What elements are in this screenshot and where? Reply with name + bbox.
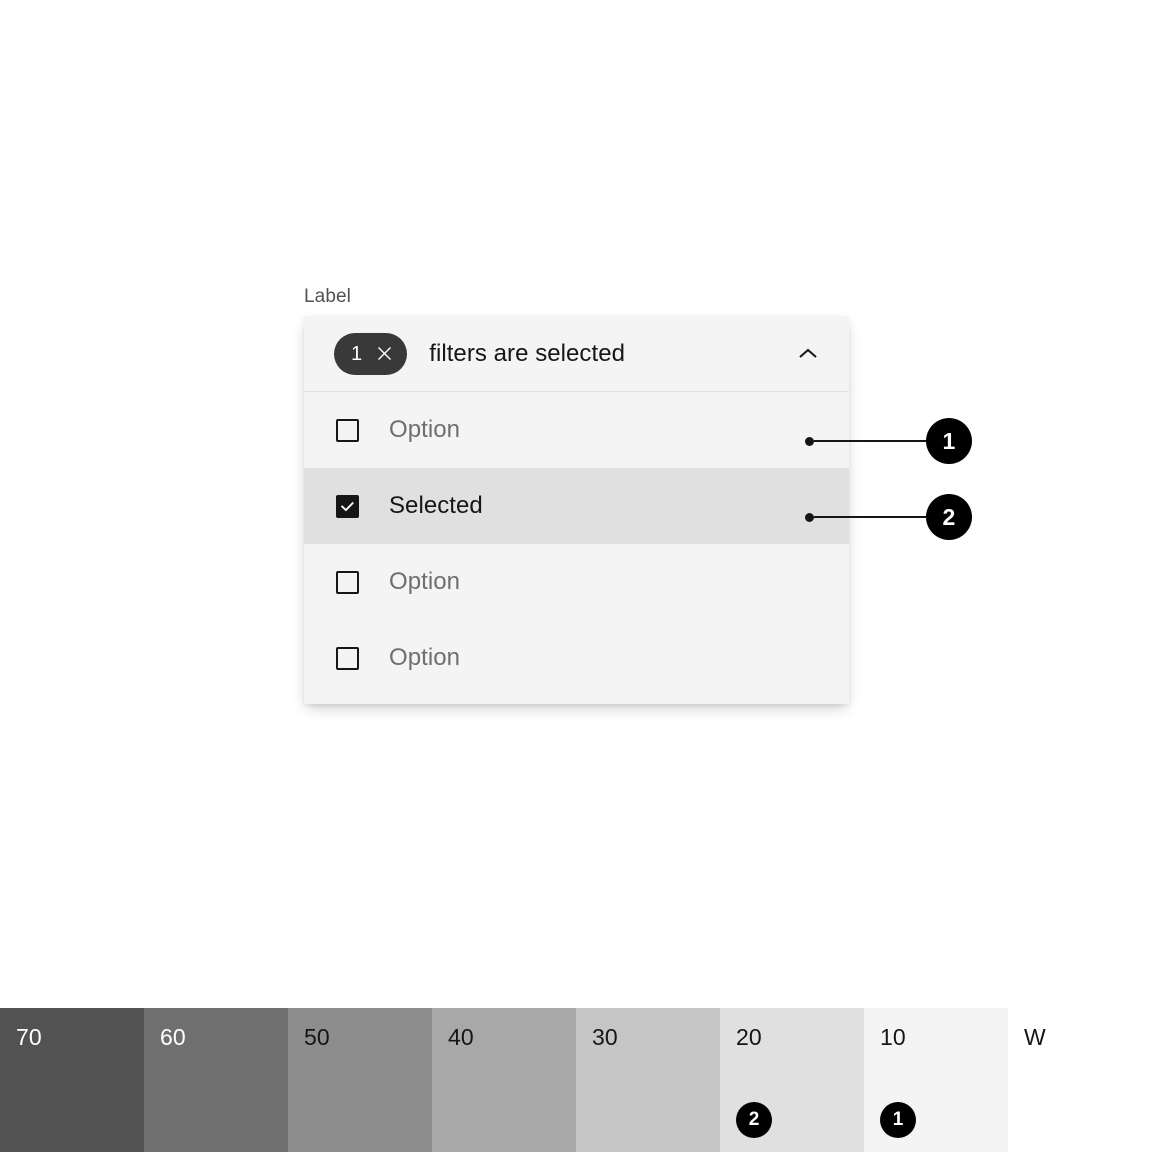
chevron-up-icon[interactable] <box>791 337 825 371</box>
checkbox-unchecked-icon[interactable] <box>336 646 359 670</box>
callout-annotation-2: 2 <box>805 494 972 540</box>
color-swatch: 20 2 <box>720 1008 864 1152</box>
color-swatch: 70 <box>0 1008 144 1152</box>
color-swatch: 50 <box>288 1008 432 1152</box>
color-swatch: 60 <box>144 1008 288 1152</box>
list-item-label: Option <box>389 644 461 671</box>
color-swatch-strip: 70 60 50 40 30 20 2 10 1 W <box>0 1008 1152 1152</box>
color-swatch-label: 70 <box>16 1024 42 1050</box>
callout-annotation-1: 1 <box>805 418 972 464</box>
callout-leader-line <box>814 516 928 518</box>
color-swatch-label: 50 <box>304 1024 330 1050</box>
swatch-callout-badge: 2 <box>736 1102 772 1138</box>
callout-badge: 1 <box>926 418 972 464</box>
field-label: Label <box>304 286 351 307</box>
list-item[interactable]: Option <box>304 544 849 620</box>
callout-badge: 2 <box>926 494 972 540</box>
color-swatch: 10 1 <box>864 1008 1008 1152</box>
selected-count-tag[interactable]: 1 <box>334 332 408 375</box>
list-item[interactable]: Selected <box>304 468 849 544</box>
callout-dot <box>805 512 814 522</box>
dropdown-field-text: filters are selected <box>429 339 625 367</box>
list-item-label: Option <box>389 416 461 443</box>
dropdown-field[interactable]: 1 filters are selected <box>304 316 849 392</box>
checkbox-checked-icon[interactable] <box>336 494 359 518</box>
color-swatch-label: W <box>1024 1024 1046 1050</box>
list-item-label: Option <box>389 568 461 595</box>
callout-leader-line <box>814 440 928 442</box>
swatch-callout-badge: 1 <box>880 1102 916 1138</box>
color-swatch-label: 30 <box>592 1024 618 1050</box>
close-icon[interactable] <box>367 337 401 371</box>
multiselect-dropdown-component: Label 1 filters are selected Option Sele… <box>304 284 849 704</box>
list-item[interactable]: Option <box>304 392 849 468</box>
color-swatch: 30 <box>576 1008 720 1152</box>
list-item-label: Selected <box>389 492 483 519</box>
checkbox-unchecked-icon[interactable] <box>336 418 359 442</box>
color-swatch-label: 10 <box>880 1024 906 1050</box>
color-swatch: 40 <box>432 1008 576 1152</box>
color-swatch-label: 60 <box>160 1024 186 1050</box>
color-swatch-label: 40 <box>448 1024 474 1050</box>
callout-dot <box>805 436 814 446</box>
dropdown: 1 filters are selected Option Selected O… <box>304 316 849 704</box>
checkbox-unchecked-icon[interactable] <box>336 570 359 594</box>
selected-count-label: 1 <box>351 342 363 365</box>
color-swatch-label: 20 <box>736 1024 762 1050</box>
option-list: Option Selected Option Option <box>304 392 849 704</box>
list-item[interactable]: Option <box>304 620 849 696</box>
color-swatch: W <box>1008 1008 1152 1152</box>
